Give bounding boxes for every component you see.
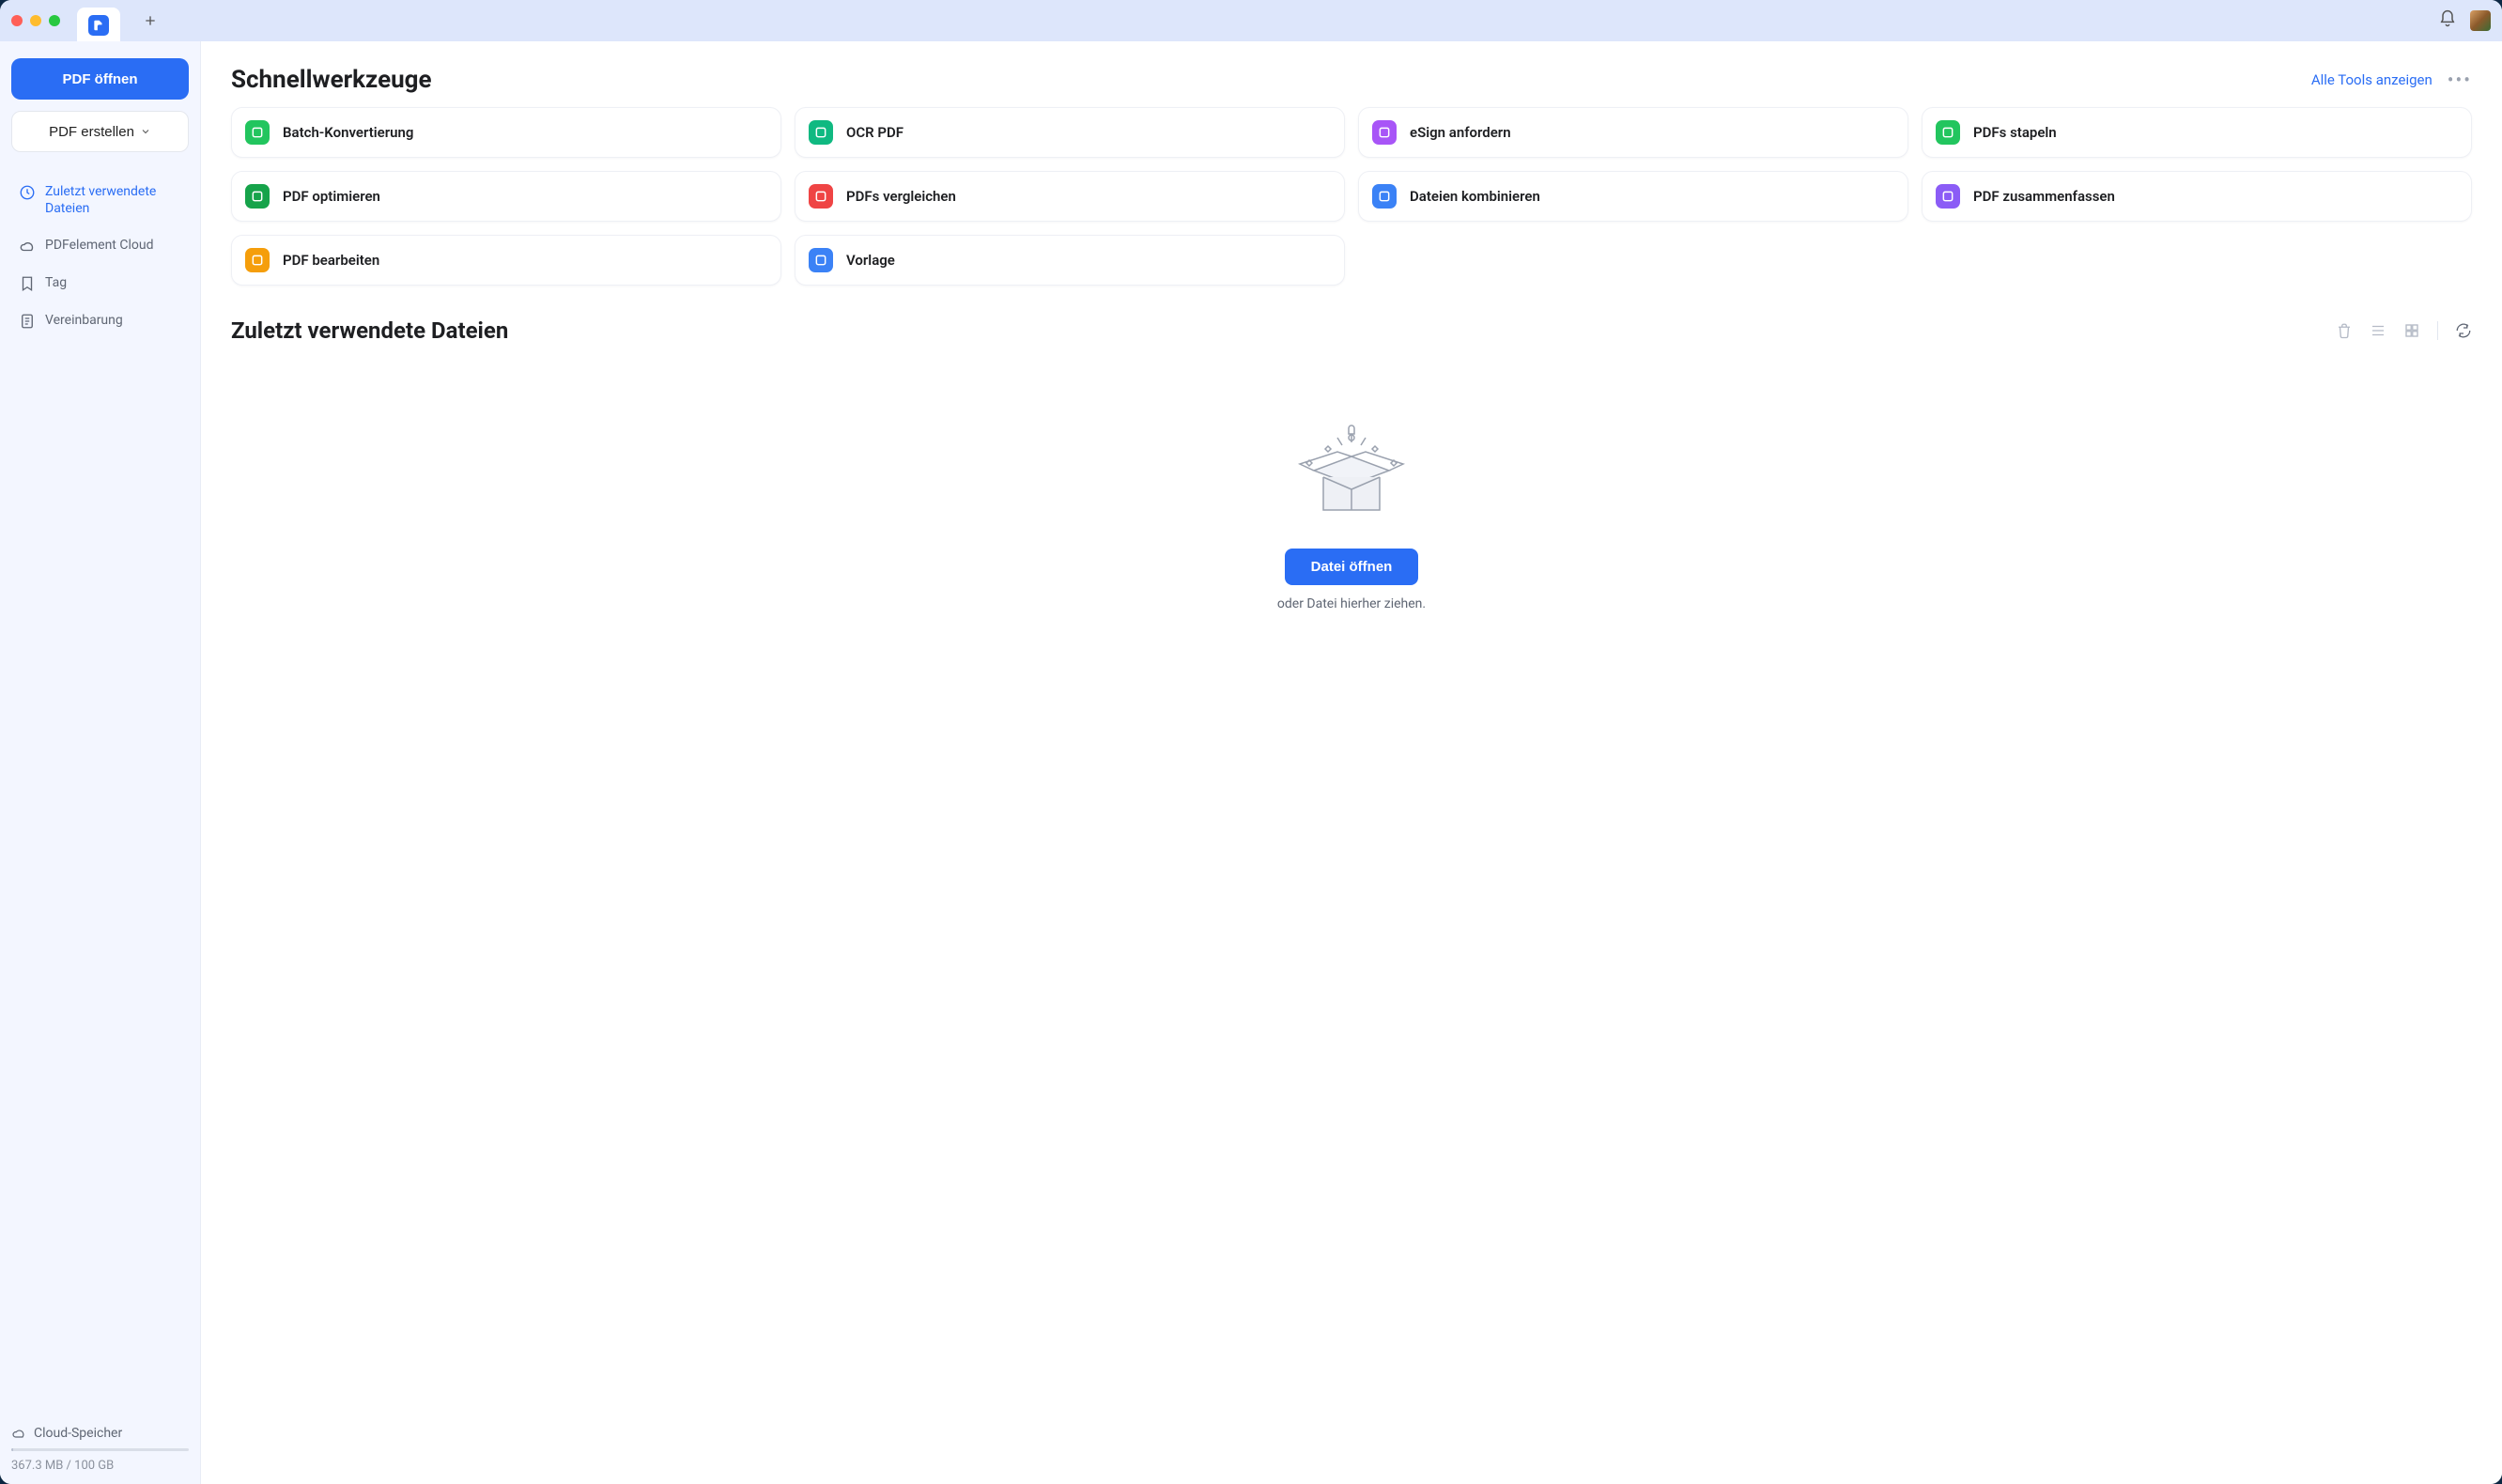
drop-hint: oder Datei hierher ziehen.	[1277, 596, 1426, 611]
tool-card-combine[interactable]: Dateien kombinieren	[1358, 171, 1908, 222]
main-content: Schnellwerkzeuge Alle Tools anzeigen •••…	[201, 41, 2502, 1484]
app-window: PDF öffnen PDF erstellen Zuletzt verwend…	[0, 0, 2502, 1484]
show-all-tools-link[interactable]: Alle Tools anzeigen	[2311, 71, 2432, 88]
bookmark-icon	[19, 275, 36, 292]
avatar[interactable]	[2470, 10, 2491, 31]
esign-icon	[1372, 120, 1397, 145]
tool-label: eSign anfordern	[1410, 124, 1511, 141]
sidebar-item-agreement[interactable]: Vereinbarung	[11, 305, 189, 337]
tool-label: OCR PDF	[846, 124, 904, 141]
tool-label: Vorlage	[846, 252, 895, 269]
sidebar: PDF öffnen PDF erstellen Zuletzt verwend…	[0, 41, 201, 1484]
home-tab[interactable]	[77, 8, 120, 41]
document-icon	[19, 313, 36, 330]
sidebar-item-label: Zuletzt verwendete Dateien	[45, 184, 181, 217]
open-file-button[interactable]: Datei öffnen	[1285, 549, 1419, 585]
empty-state: Datei öffnen oder Datei hierher ziehen.	[231, 353, 2472, 611]
recent-actions	[2336, 321, 2472, 340]
clock-icon	[19, 184, 36, 201]
compare-icon	[809, 184, 833, 209]
storage-progress	[11, 1448, 189, 1451]
tool-label: PDF bearbeiten	[283, 252, 379, 269]
refresh-icon[interactable]	[2455, 322, 2472, 339]
close-window-button[interactable]	[11, 15, 23, 26]
sidebar-item-recent[interactable]: Zuletzt verwendete Dateien	[11, 177, 189, 224]
tool-card-template[interactable]: Vorlage	[795, 235, 1345, 286]
grid-view-icon[interactable]	[2403, 322, 2420, 339]
tool-label: Batch-Konvertierung	[283, 124, 413, 141]
sidebar-item-label: Vereinbarung	[45, 313, 123, 330]
quick-tools-grid: Batch-Konvertierung OCR PDF eSign anforder…	[231, 107, 2472, 286]
template-icon	[809, 248, 833, 272]
create-pdf-button[interactable]: PDF erstellen	[11, 111, 189, 152]
optimize-icon	[245, 184, 270, 209]
more-icon[interactable]: •••	[2448, 69, 2472, 91]
separator	[2437, 321, 2438, 340]
open-pdf-button[interactable]: PDF öffnen	[11, 58, 189, 100]
minimize-window-button[interactable]	[30, 15, 41, 26]
tool-card-optimize[interactable]: PDF optimieren	[231, 171, 781, 222]
tool-card-summarize[interactable]: PDF zusammenfassen	[1922, 171, 2472, 222]
sidebar-nav: Zuletzt verwendete Dateien PDFelement Cl…	[11, 177, 189, 337]
edit-icon	[245, 248, 270, 272]
tool-card-edit[interactable]: PDF bearbeiten	[231, 235, 781, 286]
notifications-icon[interactable]	[2438, 9, 2457, 32]
tool-label: PDF optimieren	[283, 188, 380, 205]
tool-card-compare[interactable]: PDFs vergleichen	[795, 171, 1345, 222]
empty-box-icon	[1281, 410, 1422, 532]
window-controls	[11, 15, 60, 26]
tool-label: Dateien kombinieren	[1410, 188, 1540, 205]
recent-files-title: Zuletzt verwendete Dateien	[231, 317, 508, 344]
tool-label: PDF zusammenfassen	[1973, 188, 2115, 205]
chevron-down-icon	[140, 126, 151, 137]
titlebar	[0, 0, 2502, 41]
app-logo-icon	[88, 15, 109, 36]
tool-label: PDFs stapeln	[1973, 124, 2057, 141]
cloud-icon	[19, 238, 36, 255]
maximize-window-button[interactable]	[49, 15, 60, 26]
new-tab-button[interactable]	[135, 6, 165, 36]
storage-quota: 367.3 MB / 100 GB	[11, 1459, 189, 1473]
cloud-icon	[11, 1426, 26, 1441]
combine-icon	[1372, 184, 1397, 209]
sidebar-item-cloud[interactable]: PDFelement Cloud	[11, 230, 189, 262]
sidebar-item-tag[interactable]: Tag	[11, 268, 189, 300]
ocr-pdf-icon	[809, 120, 833, 145]
sidebar-footer: Cloud-Speicher 367.3 MB / 100 GB	[11, 1416, 189, 1473]
tool-label: PDFs vergleichen	[846, 188, 956, 205]
sidebar-item-label: Tag	[45, 275, 67, 292]
cloud-storage-label: Cloud-Speicher	[34, 1426, 122, 1441]
tool-card-ocr-pdf[interactable]: OCR PDF	[795, 107, 1345, 158]
cloud-storage-row[interactable]: Cloud-Speicher	[11, 1426, 189, 1441]
create-pdf-label: PDF erstellen	[49, 124, 134, 140]
quick-tools-title: Schnellwerkzeuge	[231, 66, 432, 94]
summarize-icon	[1936, 184, 1960, 209]
tool-card-esign[interactable]: eSign anfordern	[1358, 107, 1908, 158]
tool-card-stack[interactable]: PDFs stapeln	[1922, 107, 2472, 158]
stack-icon	[1936, 120, 1960, 145]
list-view-icon[interactable]	[2370, 322, 2386, 339]
sidebar-item-label: PDFelement Cloud	[45, 238, 153, 255]
batch-convert-icon	[245, 120, 270, 145]
delete-icon[interactable]	[2336, 322, 2353, 339]
tool-card-batch-convert[interactable]: Batch-Konvertierung	[231, 107, 781, 158]
